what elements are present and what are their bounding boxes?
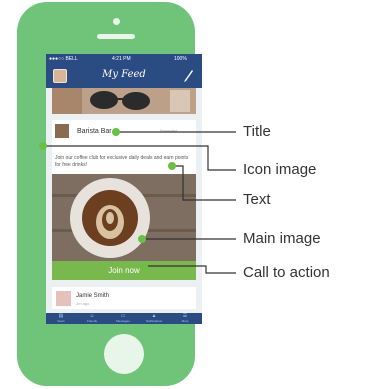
icon-image-leader: [43, 145, 236, 171]
text-marker: [168, 162, 176, 170]
callout-lines: [39, 128, 236, 274]
callout-main-image: Main image: [243, 230, 321, 247]
text-leader: [172, 165, 236, 201]
callout-text: Text: [243, 191, 271, 208]
title-marker: [112, 128, 120, 136]
icon-image-marker: [39, 142, 47, 150]
callout-icon-image: Icon image: [243, 161, 317, 178]
cta-leader: [144, 265, 236, 274]
cta-marker: [140, 262, 148, 270]
callout-title: Title: [243, 123, 271, 140]
callout-call-to-action: Call to action: [243, 264, 330, 281]
main-image-marker: [138, 235, 146, 243]
